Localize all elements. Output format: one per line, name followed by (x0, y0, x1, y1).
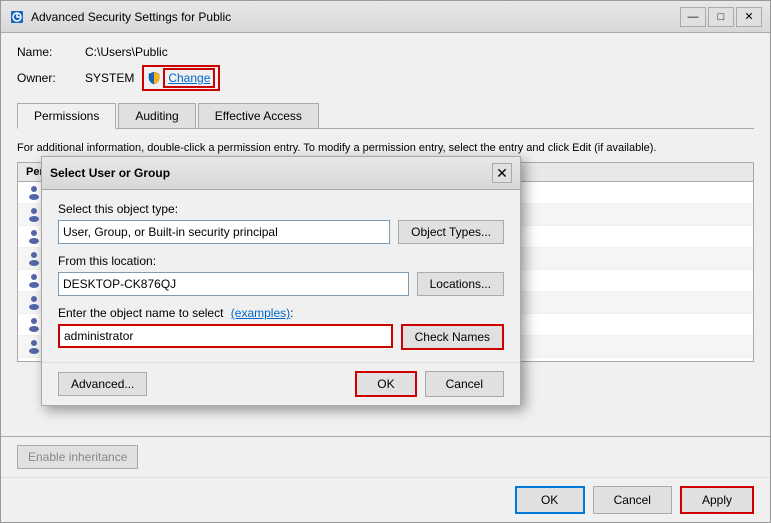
ok-button[interactable]: OK (515, 486, 585, 514)
object-type-input[interactable] (58, 220, 390, 244)
object-name-row: Enter the object name to select (example… (58, 306, 504, 350)
dialog-title-bar: Select User or Group ✕ (42, 157, 520, 190)
name-label: Name: (17, 45, 77, 59)
location-label: From this location: (58, 254, 504, 268)
owner-label: Owner: (17, 71, 77, 85)
select-user-dialog: Select User or Group ✕ Select this objec… (41, 156, 521, 406)
object-types-button[interactable]: Object Types... (398, 220, 504, 244)
location-input[interactable] (58, 272, 409, 296)
examples-link[interactable]: (examples) (231, 306, 290, 320)
dialog-ok-button[interactable]: OK (355, 371, 416, 397)
maximize-button[interactable]: □ (708, 7, 734, 27)
owner-value: SYSTEM (85, 71, 134, 85)
dialog-body: Select this object type: Object Types...… (42, 190, 520, 362)
object-name-label: Enter the object name to select (example… (58, 306, 504, 320)
dialog-footer: Advanced... OK Cancel (42, 362, 520, 405)
apply-button[interactable]: Apply (680, 486, 754, 514)
location-input-row: Locations... (58, 272, 504, 296)
title-bar-controls: — □ ✕ (680, 7, 762, 27)
object-name-input-row: Check Names (58, 324, 504, 350)
description-text: For additional information, double-click… (17, 141, 754, 156)
enable-inheritance-button[interactable]: Enable inheritance (17, 445, 138, 469)
advanced-button[interactable]: Advanced... (58, 372, 147, 396)
check-names-button[interactable]: Check Names (401, 324, 504, 350)
title-bar: Advanced Security Settings for Public — … (1, 1, 770, 33)
bottom-bar: Enable inheritance (1, 436, 770, 477)
dialog-close-button[interactable]: ✕ (492, 163, 512, 183)
change-owner-link[interactable]: Change (163, 68, 215, 88)
object-name-input[interactable] (58, 324, 393, 348)
dialog-footer-right: OK Cancel (355, 371, 504, 397)
locations-button[interactable]: Locations... (417, 272, 504, 296)
tab-auditing[interactable]: Auditing (118, 103, 195, 128)
close-button[interactable]: ✕ (736, 7, 762, 27)
object-type-label: Select this object type: (58, 202, 504, 216)
minimize-button[interactable]: — (680, 7, 706, 27)
dialog-cancel-button[interactable]: Cancel (425, 371, 504, 397)
tab-permissions[interactable]: Permissions (17, 103, 116, 129)
owner-row: Owner: SYSTEM Change (17, 65, 754, 91)
tabs-container: Permissions Auditing Effective Access (17, 103, 754, 129)
name-value: C:\Users\Public (85, 45, 168, 59)
cancel-button[interactable]: Cancel (593, 486, 672, 514)
object-type-row: Select this object type: Object Types... (58, 202, 504, 244)
main-window: Advanced Security Settings for Public — … (0, 0, 771, 523)
object-type-input-row: Object Types... (58, 220, 504, 244)
tab-effective-access[interactable]: Effective Access (198, 103, 319, 128)
dialog-title: Select User or Group (50, 166, 170, 180)
title-bar-left: Advanced Security Settings for Public (9, 9, 231, 25)
location-row: From this location: Locations... (58, 254, 504, 296)
footer-buttons: OK Cancel Apply (1, 477, 770, 522)
window-icon (9, 9, 25, 25)
window-title: Advanced Security Settings for Public (31, 10, 231, 24)
shield-icon (147, 71, 161, 85)
name-row: Name: C:\Users\Public (17, 45, 754, 59)
